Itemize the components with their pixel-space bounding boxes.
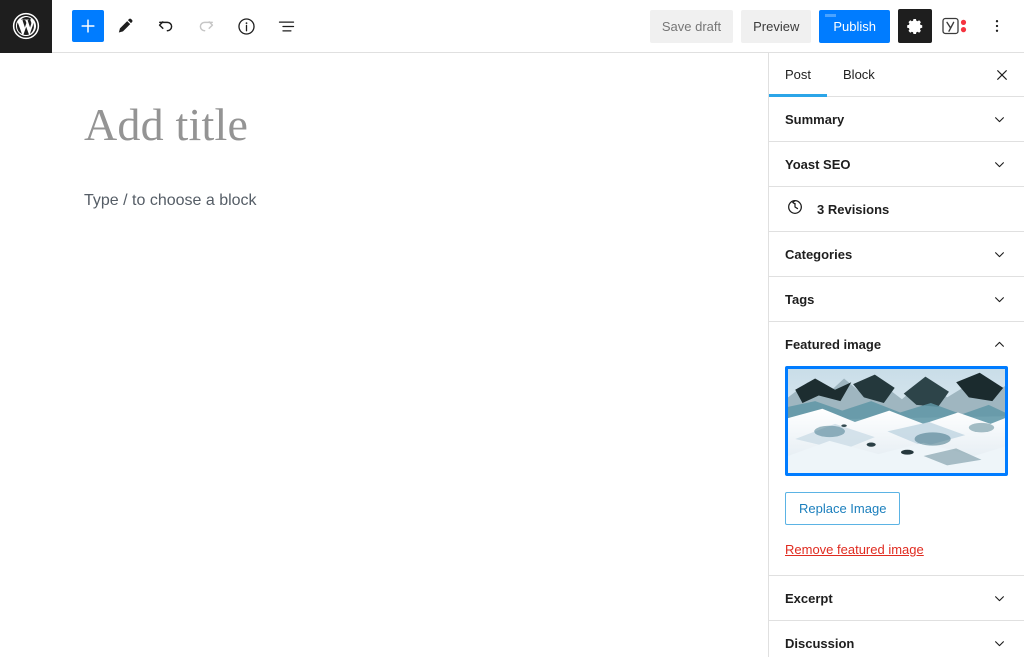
post-title-input[interactable]: Add title: [84, 97, 684, 152]
tab-post[interactable]: Post: [769, 53, 828, 97]
tools-pencil-button[interactable]: [108, 8, 144, 44]
panel-summary-label: Summary: [785, 111, 845, 127]
editor-canvas: Add title Type / to choose a block: [0, 53, 768, 657]
panel-yoast-seo-label: Yoast SEO: [785, 156, 851, 172]
list-view-button[interactable]: [268, 8, 304, 44]
save-draft-button[interactable]: Save draft: [649, 9, 734, 43]
remove-featured-image-link[interactable]: Remove featured image: [785, 542, 1008, 557]
panel-tags-label: Tags: [785, 291, 815, 307]
redo-button[interactable]: [188, 8, 224, 44]
panel-summary: Summary: [769, 97, 1024, 142]
panel-summary-toggle[interactable]: Summary: [769, 97, 1024, 141]
chevron-down-icon: [991, 291, 1008, 308]
panel-excerpt-toggle[interactable]: Excerpt: [769, 576, 1024, 620]
history-clock-icon: [785, 197, 805, 222]
preview-button[interactable]: Preview: [741, 9, 812, 43]
publish-button-label: Publish: [833, 18, 876, 34]
panel-discussion: Discussion: [769, 621, 1024, 657]
publish-button[interactable]: Publish: [819, 9, 890, 43]
replace-image-button[interactable]: Replace Image: [785, 492, 901, 525]
featured-image-thumbnail[interactable]: [785, 366, 1008, 476]
panel-discussion-toggle[interactable]: Discussion: [769, 621, 1024, 657]
tab-block[interactable]: Block: [827, 53, 891, 96]
panel-featured-image-label: Featured image: [785, 336, 882, 352]
block-appender-placeholder[interactable]: Type / to choose a block: [84, 188, 684, 214]
sidebar-tabs: Post Block: [769, 53, 1024, 97]
panel-discussion-label: Discussion: [785, 635, 855, 651]
close-icon[interactable]: [980, 53, 1024, 96]
editor-header: Save draft Preview Publish: [0, 0, 1024, 53]
publish-highlight-marker: [825, 13, 837, 17]
chevron-down-icon: [991, 156, 1008, 173]
panel-featured-image-toggle[interactable]: Featured image: [769, 322, 1024, 366]
chevron-up-icon: [991, 336, 1008, 353]
revisions-label: 3 Revisions: [817, 201, 890, 217]
post-settings-sidebar: Post Block Summary Yoast SEO 3 Revisions…: [768, 53, 1024, 657]
kebab-menu-icon[interactable]: [982, 9, 1012, 43]
panel-categories-toggle[interactable]: Categories: [769, 232, 1024, 276]
yoast-seo-icon[interactable]: [940, 9, 974, 43]
chevron-down-icon: [991, 246, 1008, 263]
header-right-actions: Save draft Preview Publish: [649, 9, 1024, 43]
undo-button[interactable]: [148, 8, 184, 44]
chevron-down-icon: [991, 635, 1008, 652]
panel-yoast-seo-toggle[interactable]: Yoast SEO: [769, 142, 1024, 186]
header-left-toolbar: [52, 8, 304, 44]
details-info-button[interactable]: [228, 8, 264, 44]
add-block-button[interactable]: [72, 10, 104, 42]
wordpress-block-editor: Save draft Preview Publish Add title Typ…: [0, 0, 1024, 657]
panel-yoast-seo: Yoast SEO: [769, 142, 1024, 187]
chevron-down-icon: [991, 590, 1008, 607]
settings-gear-icon[interactable]: [898, 9, 932, 43]
panel-categories: Categories: [769, 232, 1024, 277]
revisions-row[interactable]: 3 Revisions: [769, 187, 1024, 232]
panel-tags-toggle[interactable]: Tags: [769, 277, 1024, 321]
panel-tags: Tags: [769, 277, 1024, 322]
featured-image-body: Replace Image Remove featured image: [769, 366, 1024, 575]
panel-excerpt: Excerpt: [769, 576, 1024, 621]
chevron-down-icon: [991, 111, 1008, 128]
panel-featured-image: Featured image Replace Image Remove feat…: [769, 322, 1024, 576]
panel-categories-label: Categories: [785, 246, 853, 262]
panel-excerpt-label: Excerpt: [785, 590, 833, 606]
wordpress-logo-icon[interactable]: [0, 0, 52, 53]
